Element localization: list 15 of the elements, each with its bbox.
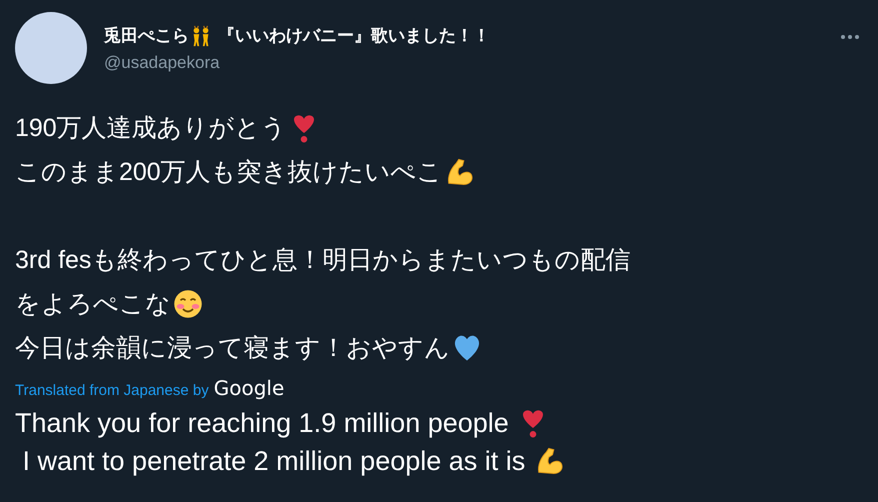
tweet-text: このまま200万人も突き抜けたいぺこ	[15, 157, 443, 188]
tweet-text: をよろぺこな	[15, 289, 171, 320]
tweet-text: 今日は余韻に浸って寝ます！おやすん	[15, 333, 450, 364]
smiling-face-icon	[173, 289, 203, 319]
tweet-text: 3rd fesも終わってひと息！明日からまたいつもの配信	[15, 245, 630, 276]
display-name[interactable]: 兎田ぺこら	[104, 24, 189, 48]
user-handle[interactable]: @usadapekora	[104, 53, 840, 73]
display-name[interactable]: 『いいわけバニー』歌いました！！	[218, 24, 490, 48]
translation-label[interactable]: Translated from Japanese by	[15, 382, 209, 399]
tweet-text: I want to penetrate 2 million people as it is	[22, 445, 526, 478]
translation-provider: Google	[214, 376, 284, 400]
more-icon[interactable]	[840, 34, 860, 40]
tweet-text: Thank you for reaching 1.9 million people	[15, 407, 510, 440]
heart-icon	[452, 333, 482, 363]
tweet-text: 190万人達成ありがとう	[15, 113, 287, 144]
